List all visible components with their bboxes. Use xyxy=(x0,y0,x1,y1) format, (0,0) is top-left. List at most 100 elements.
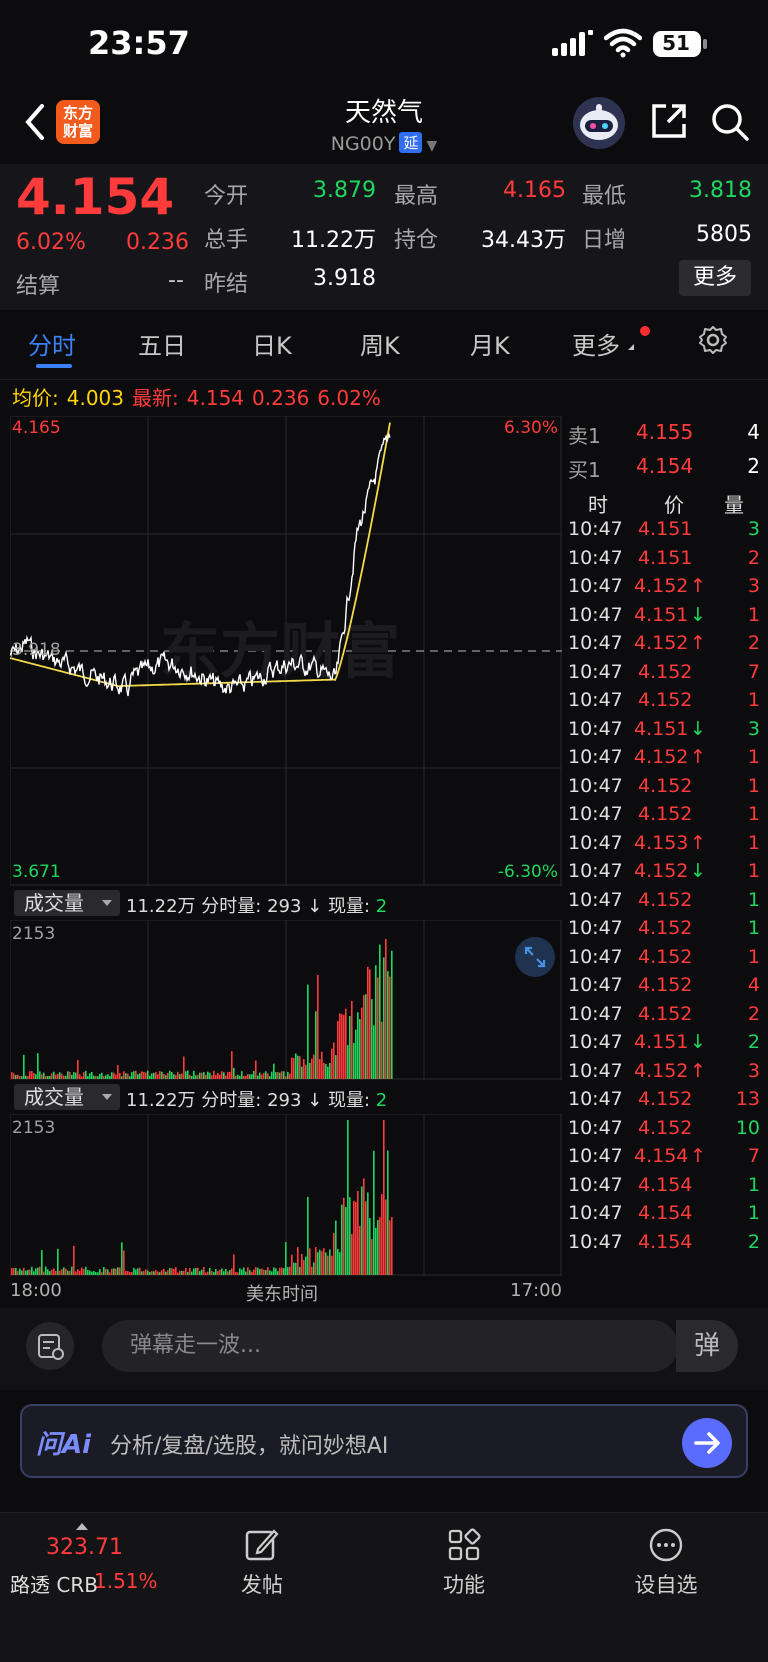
volume-bar xyxy=(367,1192,369,1275)
indicator-select-2[interactable]: 成交量 xyxy=(14,1084,120,1110)
volume-bar xyxy=(169,1070,171,1079)
volume-bar xyxy=(343,1014,345,1079)
intraday-chart[interactable]: 东方财富 4.165 6.30% 3.918 3.671 -6.30% xyxy=(9,415,562,886)
volume-bar xyxy=(149,1075,151,1079)
ai-ask-bar[interactable]: 问Ai 分析/复盘/选股，就问妙想AI xyxy=(20,1404,748,1478)
volume-bar xyxy=(95,1075,97,1079)
notification-dot xyxy=(640,326,650,336)
volume-bar xyxy=(345,1008,347,1079)
trade-qty: 1 xyxy=(747,860,760,882)
trade-qty: 1 xyxy=(747,888,760,911)
expand-icon[interactable] xyxy=(515,937,555,977)
trade-qty: 3 xyxy=(747,575,760,597)
volume-bar xyxy=(333,1232,335,1275)
volume-bar xyxy=(381,1021,383,1079)
status-time: 23:57 xyxy=(88,24,190,62)
volume-bar xyxy=(183,1056,185,1079)
chevron-down-icon xyxy=(102,1094,112,1100)
volume-bar xyxy=(161,1071,163,1079)
volume-bar xyxy=(375,1227,377,1275)
ticker-value[interactable]: 323.71 xyxy=(46,1535,123,1560)
volume-bar xyxy=(81,1076,83,1079)
volume-bar xyxy=(349,1197,351,1275)
volume-bar xyxy=(289,1266,291,1275)
tab-daily-k[interactable]: 日K xyxy=(252,326,292,361)
tab-monthly-k[interactable]: 月K xyxy=(470,326,510,361)
volume-bar xyxy=(115,1268,117,1275)
wifi-icon xyxy=(604,28,642,58)
volume-bar xyxy=(289,1073,291,1079)
volume-bar xyxy=(103,1266,105,1275)
trade-row: 10:47 4.152 7 xyxy=(562,661,768,691)
volume-bar xyxy=(369,969,371,1079)
indicator-select-1[interactable]: 成交量 xyxy=(14,890,120,916)
volume-bar xyxy=(273,1063,275,1079)
volume-bar xyxy=(181,1073,183,1079)
volume-bar xyxy=(67,1071,69,1079)
volume-bar xyxy=(245,1075,247,1079)
volume-bar xyxy=(19,1268,21,1275)
trade-price: 4.152 xyxy=(638,917,693,939)
volume-bar xyxy=(321,1251,323,1275)
volume-bar xyxy=(37,1053,39,1079)
robot-assistant-icon[interactable] xyxy=(572,96,626,150)
volume-label: 总手 xyxy=(204,228,249,253)
search-icon[interactable] xyxy=(710,102,750,142)
volume-bar xyxy=(59,1270,61,1275)
tab-five-day[interactable]: 五日 xyxy=(138,326,186,361)
volume-bar xyxy=(299,1266,301,1275)
trade-row: 10:47 4.152 13 xyxy=(562,1088,768,1118)
volume-bar xyxy=(219,1074,221,1079)
volume-bar xyxy=(295,1053,297,1079)
volume-bar xyxy=(319,1249,321,1275)
nav-add-watchlist[interactable]: 设自选 xyxy=(616,1527,716,1599)
gear-icon[interactable] xyxy=(698,325,728,355)
volume-info-1: 11.22万 分时量: 293 ↓ 现量: 2 xyxy=(126,892,387,918)
trade-row: 10:47 4.152 1 xyxy=(562,775,768,805)
volume-bar xyxy=(175,1075,177,1079)
volume-bar xyxy=(253,1269,255,1275)
nav-functions[interactable]: 功能 xyxy=(414,1527,514,1599)
trade-arrow: ↓ xyxy=(690,860,706,882)
volume-bar xyxy=(51,1073,53,1079)
change-amount: 0.236 xyxy=(126,230,189,255)
nav-post[interactable]: 发帖 xyxy=(212,1527,312,1599)
share-icon[interactable] xyxy=(650,102,688,140)
tab-weekly-k[interactable]: 周K xyxy=(360,326,400,361)
tab-intraday[interactable]: 分时 xyxy=(28,326,76,361)
volume-bar xyxy=(201,1269,203,1275)
volume-bar xyxy=(319,1059,321,1079)
volume-bar xyxy=(55,1074,57,1079)
volume-bar xyxy=(155,1072,157,1079)
volume-chart-1[interactable]: 2153 xyxy=(9,919,562,1080)
ticker-name[interactable]: 路透 CRB xyxy=(10,1569,98,1598)
danmu-settings-icon[interactable] xyxy=(26,1322,74,1370)
minute-volume-value: 293 ↓ xyxy=(267,896,323,917)
tab-more[interactable]: 更多 xyxy=(572,326,620,361)
volume-bar xyxy=(147,1270,149,1275)
low-label: 最低 xyxy=(582,184,627,209)
volume-bar xyxy=(181,1270,183,1275)
volume-bar xyxy=(277,1072,279,1079)
volume-bar xyxy=(127,1073,129,1079)
ai-go-button[interactable] xyxy=(682,1418,732,1468)
trade-price: 4.152 xyxy=(634,746,689,768)
volume-bar xyxy=(309,1062,311,1079)
volume-max-label: 2153 xyxy=(12,1118,56,1138)
trade-price: 4.151 xyxy=(634,717,689,740)
trade-arrow: ↑ xyxy=(690,1059,706,1082)
more-button[interactable]: 更多 xyxy=(679,260,751,296)
high-label: 最高 xyxy=(394,184,439,209)
volume-bar xyxy=(257,1075,259,1079)
volume-bar xyxy=(233,1254,235,1275)
change-percent: 6.02% xyxy=(16,230,86,255)
danmu-toggle-button[interactable]: 弹 xyxy=(676,1320,738,1372)
trades-header-time: 时 xyxy=(588,493,608,517)
volume-bar xyxy=(275,1268,277,1275)
chart-mid-price: 3.918 xyxy=(12,640,61,660)
volume-bar xyxy=(39,1266,41,1275)
danmu-input[interactable]: 弹幕走一波... xyxy=(102,1320,678,1372)
trade-qty: 1 xyxy=(747,803,760,825)
trade-price: 4.151 xyxy=(634,1031,689,1053)
volume-chart-2[interactable]: 2153 xyxy=(9,1113,562,1276)
